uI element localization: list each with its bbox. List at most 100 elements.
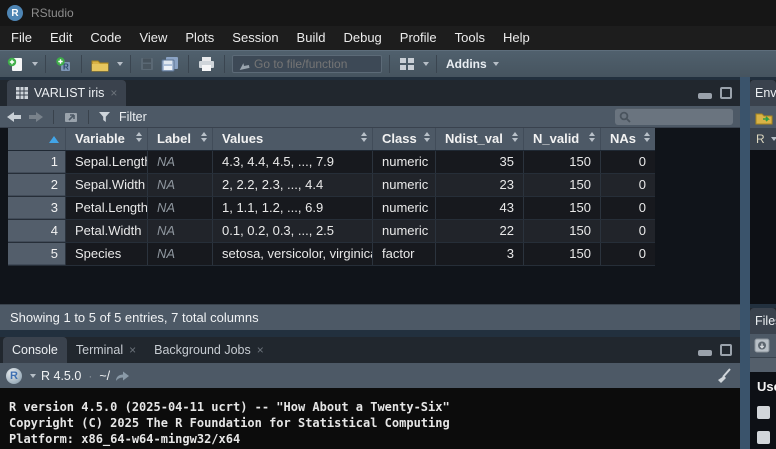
table-header-row: Variable Label Values Class Ndist_val [8,128,655,151]
cell-values: 4.3, 4.4, 4.5, ..., 7.9 [212,151,372,173]
menu-code[interactable]: Code [81,26,130,50]
console-output: R version 4.5.0 (2025-04-11 ucrt) -- "Ho… [0,388,740,447]
minimize-pane-icon[interactable] [698,93,712,99]
close-tab-icon[interactable] [129,344,136,356]
tab-terminal[interactable]: Terminal [67,337,145,363]
files-tabstrip: Files [750,308,776,334]
col-values[interactable]: Values [212,128,372,150]
close-tab-icon[interactable] [110,87,117,99]
goto-directory-icon[interactable] [115,370,130,382]
r-version-dropdown-icon[interactable] [30,374,36,378]
col-label: Ndist_val [445,131,503,146]
tab-environment[interactable]: Environment [750,80,776,106]
filter-button[interactable]: Filter [119,110,147,124]
col-class[interactable]: Class [372,128,435,150]
dot-separator [86,367,94,385]
forward-icon[interactable] [28,111,44,123]
sort-arrows-icon[interactable] [512,132,518,142]
maximize-pane-icon[interactable] [720,87,732,99]
print-button[interactable] [196,54,217,74]
sort-arrows-icon[interactable] [201,132,207,142]
console-toolbar: R R 4.5.0 ~/ [0,363,740,388]
cell-nvalid: 150 [523,220,600,242]
open-file-button[interactable] [89,55,111,74]
environment-pane: Environment R [750,80,776,304]
console-line: Copyright (C) 2025 The R Foundation for … [9,415,740,431]
new-project-button[interactable]: R [53,54,74,75]
addins-dropdown-icon[interactable] [493,62,499,66]
maximize-pane-icon[interactable] [720,344,732,356]
file-checkbox[interactable] [757,431,770,444]
open-folder-icon [91,57,109,72]
menu-profile[interactable]: Profile [391,26,446,50]
clear-console-icon[interactable] [716,368,732,384]
console-pane: Console Terminal Background Jobs R R 4.5… [0,337,740,449]
col-rownum[interactable] [8,128,65,150]
menu-file[interactable]: File [2,26,41,50]
row-number: 5 [8,243,65,265]
col-n-valid[interactable]: N_valid [523,128,600,150]
files-path-label: Users [750,372,776,394]
sort-arrows-icon[interactable] [589,132,595,142]
col-label: NAs [610,131,636,146]
toolbar-separator [45,55,46,73]
menu-view[interactable]: View [130,26,176,50]
toolbar-separator [130,55,131,73]
tab-varlist-iris[interactable]: VARLIST iris [7,80,126,106]
pane-splitter-vertical[interactable] [740,77,750,449]
sort-arrows-icon[interactable] [361,132,367,142]
new-file-dropdown-icon[interactable] [32,62,38,66]
table-search-box[interactable] [615,108,733,125]
minimize-pane-icon[interactable] [698,350,712,356]
col-label: Label [157,131,191,146]
addins-button[interactable]: Addins [446,57,487,71]
save-button[interactable] [138,55,156,73]
menu-plots[interactable]: Plots [176,26,223,50]
menu-tools[interactable]: Tools [446,26,494,50]
tab-background-jobs[interactable]: Background Jobs [145,337,273,363]
cell-values: 2, 2.2, 2.3, ..., 4.4 [212,174,372,196]
data-grid-icon [16,87,28,99]
source-pane: VARLIST iris Filter [0,80,740,330]
table-row: 2 Sepal.Width NA 2, 2.2, 2.3, ..., 4.4 n… [8,174,655,197]
col-variable[interactable]: Variable [65,128,147,150]
goto-file-input[interactable] [254,57,372,71]
files-path-bar[interactable] [750,358,776,372]
cell-ndist: 23 [435,174,523,196]
pane-layout-button[interactable] [397,55,417,73]
cell-nas: 0 [600,174,655,196]
menu-session[interactable]: Session [223,26,287,50]
col-label-col[interactable]: Label [147,128,212,150]
titlebar: R RStudio [0,0,776,26]
tab-label: Environment [755,86,776,100]
open-new-window-icon[interactable] [63,110,79,123]
sort-arrows-icon[interactable] [424,132,430,142]
sort-arrows-icon[interactable] [136,132,142,142]
environment-r-selector[interactable]: R [750,128,776,150]
save-all-button[interactable] [159,54,181,74]
file-checkbox[interactable] [757,406,770,419]
tab-console[interactable]: Console [3,337,67,363]
load-workspace-icon[interactable] [755,110,773,125]
menu-help[interactable]: Help [494,26,539,50]
menu-edit[interactable]: Edit [41,26,81,50]
files-pane: Files Users [750,308,776,449]
back-icon[interactable] [6,111,22,123]
close-tab-icon[interactable] [257,344,264,356]
r-selector-dropdown-icon [771,137,776,141]
menu-build[interactable]: Build [288,26,335,50]
col-nas[interactable]: NAs [600,128,655,150]
goto-file-search[interactable] [232,55,382,73]
row-number: 2 [8,174,65,196]
table-search-input[interactable] [634,110,724,124]
filter-icon[interactable] [98,111,111,123]
col-ndist-val[interactable]: Ndist_val [435,128,523,150]
open-file-dropdown-icon[interactable] [117,62,123,66]
menu-debug[interactable]: Debug [334,26,390,50]
working-directory[interactable]: ~/ [99,369,110,383]
new-folder-icon[interactable] [754,337,771,354]
tab-files[interactable]: Files [750,308,776,334]
sort-arrows-icon[interactable] [644,132,650,142]
new-file-button[interactable] [5,54,26,75]
pane-layout-dropdown-icon[interactable] [423,62,429,66]
